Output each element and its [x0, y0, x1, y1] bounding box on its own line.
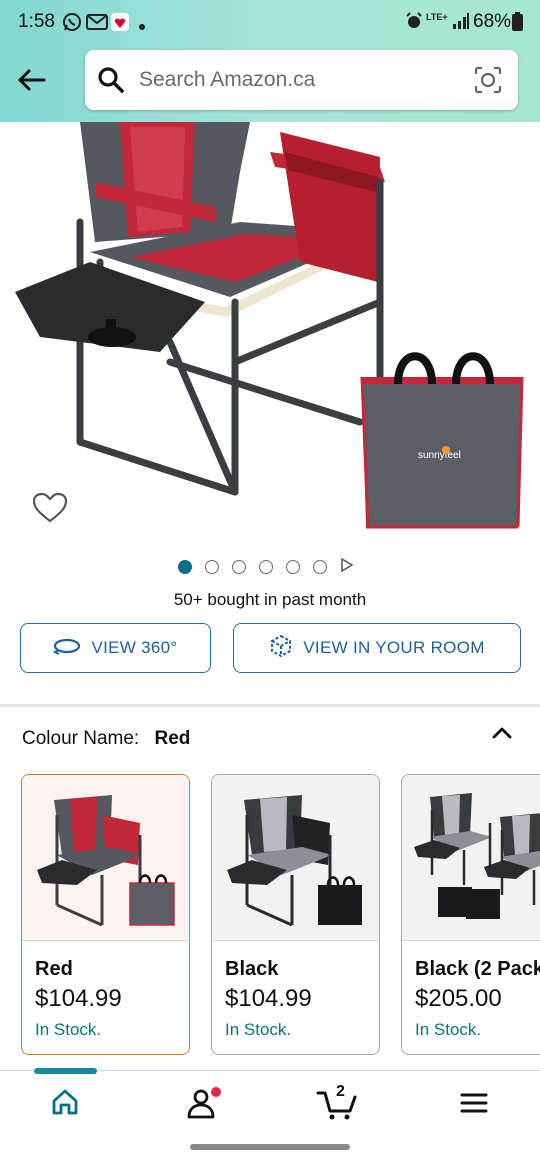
colour-variant-list: Red $104.99 In Stock. Black $104.99 In S…	[21, 774, 540, 1056]
chevron-up-icon[interactable]	[490, 722, 514, 747]
rotate-360-icon	[53, 637, 81, 660]
bought-count: 50+ bought in past month	[173, 590, 367, 609]
nav-active-indicator	[34, 1068, 97, 1074]
menu-icon[interactable]	[460, 1092, 488, 1119]
colour-value: Red	[154, 728, 191, 749]
header-bar: 1:58 LTE+ 68% Search Amazon.ca	[0, 0, 540, 122]
view-in-room-label: VIEW IN YOUR ROOM	[303, 638, 485, 657]
pager-dot[interactable]	[313, 560, 327, 574]
mail-icon	[86, 12, 108, 37]
back-button[interactable]	[14, 62, 50, 98]
network-type: LTE+	[426, 12, 448, 22]
variant-price: $205.00	[415, 985, 502, 1012]
image-pager[interactable]	[178, 557, 354, 577]
variant-card-black[interactable]: Black $104.99 In Stock.	[211, 774, 380, 1055]
variant-stock: In Stock.	[415, 1020, 482, 1039]
gesture-bar[interactable]	[190, 1144, 350, 1150]
bag-brand-text: sunnyfeel	[418, 450, 461, 461]
search-input[interactable]: Search Amazon.ca	[139, 68, 315, 92]
colour-selector-header: Colour Name: Red	[22, 728, 190, 750]
variant-name: Black	[225, 958, 279, 980]
variant-image	[212, 775, 379, 941]
variant-image	[402, 775, 540, 941]
variant-name: Black (2 Pack)	[415, 958, 540, 980]
app-screen: 1:58 LTE+ 68% Search Amazon.ca sunnyfeel…	[0, 0, 540, 1158]
variant-stock: In Stock.	[35, 1020, 102, 1039]
pager-dot[interactable]	[178, 560, 192, 574]
status-bar: 1:58 LTE+ 68%	[0, 0, 540, 46]
ar-cube-icon	[269, 633, 293, 664]
cart-count: 2	[336, 1083, 345, 1100]
signal-icon	[452, 12, 470, 35]
view-360-button[interactable]: VIEW 360°	[20, 623, 211, 673]
pager-dot[interactable]	[259, 560, 273, 574]
pager-dot[interactable]	[232, 560, 246, 574]
search-bar[interactable]: Search Amazon.ca	[85, 50, 518, 110]
whatsapp-icon	[62, 12, 82, 37]
search-icon	[97, 66, 125, 99]
view-in-room-button[interactable]: VIEW IN YOUR ROOM	[233, 623, 521, 673]
app-notification-icon	[110, 12, 130, 37]
play-video-icon[interactable]	[340, 557, 354, 577]
variant-image	[22, 775, 189, 941]
home-icon[interactable]	[50, 1087, 80, 1122]
view-360-label: VIEW 360°	[91, 638, 178, 657]
variant-price: $104.99	[225, 985, 312, 1012]
alarm-icon	[405, 12, 423, 35]
heart-icon[interactable]	[32, 492, 68, 529]
battery-icon	[512, 12, 523, 36]
variant-name: Red	[35, 958, 73, 980]
variant-stock: In Stock.	[225, 1020, 292, 1039]
colour-label: Colour Name:	[22, 728, 140, 749]
variant-card-black-2-pack[interactable]: Black (2 Pack) $205.00 In Stock.	[401, 774, 540, 1055]
account-icon[interactable]	[185, 1087, 223, 1124]
more-notifications-dot	[138, 18, 146, 36]
variant-card-red[interactable]: Red $104.99 In Stock.	[21, 774, 190, 1055]
section-divider	[0, 704, 540, 707]
battery-percent: 68%	[473, 11, 512, 32]
camera-scan-icon[interactable]	[474, 66, 502, 99]
pager-dot[interactable]	[286, 560, 300, 574]
status-time: 1:58	[18, 11, 55, 32]
chair-illustration: sunnyfeel	[15, 122, 524, 529]
bottom-nav	[0, 1070, 540, 1140]
product-image[interactable]: sunnyfeel	[0, 122, 540, 552]
pager-dot[interactable]	[205, 560, 219, 574]
variant-price: $104.99	[35, 985, 122, 1012]
